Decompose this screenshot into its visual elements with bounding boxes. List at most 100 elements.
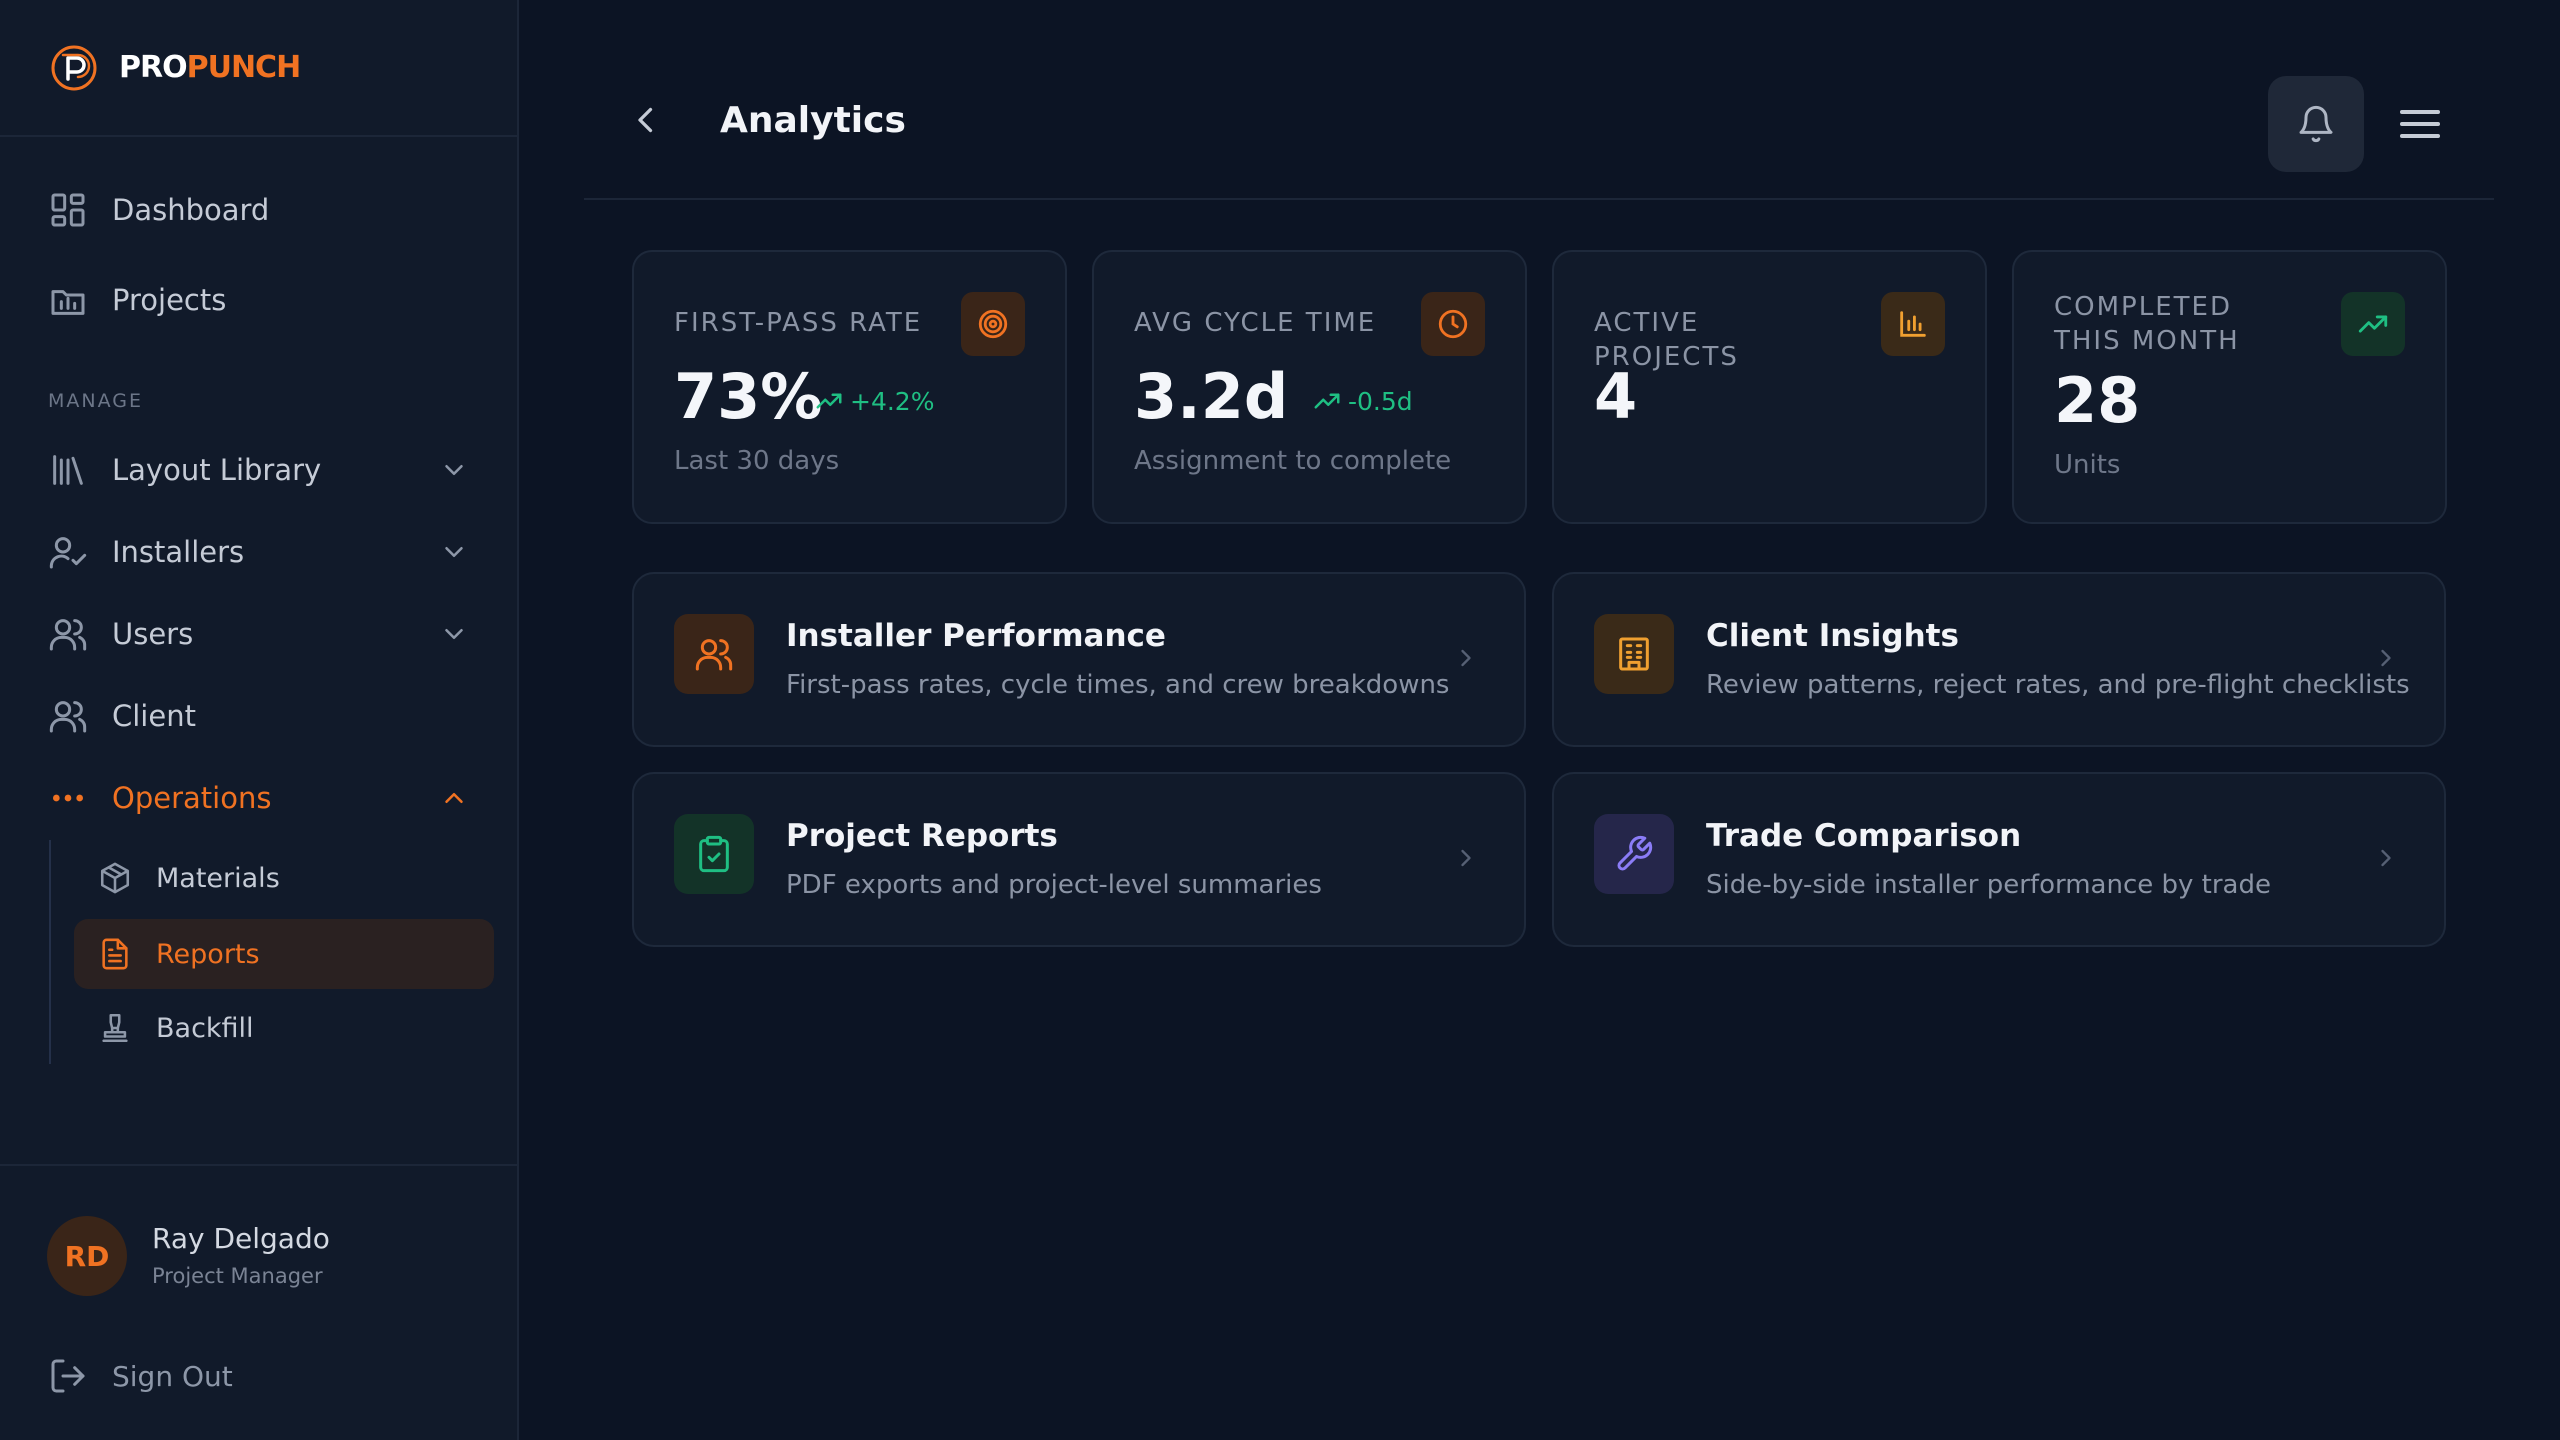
- hamburger-menu-icon[interactable]: [2396, 100, 2444, 148]
- stat-icon-badge: [1421, 292, 1485, 356]
- sidebar-item-users[interactable]: Users: [48, 604, 469, 664]
- client-icon: [49, 701, 87, 733]
- trending-up-icon: [816, 393, 842, 409]
- stat-icon-badge: [1881, 292, 1945, 356]
- sign-out-icon: [51, 1359, 85, 1393]
- stat-delta: +4.2%: [814, 386, 934, 416]
- report-icon-badge: [674, 814, 754, 894]
- sidebar-subitem-materials[interactable]: Materials: [74, 843, 494, 913]
- chevron-right-icon: [2381, 849, 2391, 867]
- sidebar-item-label: Layout Library: [112, 453, 322, 487]
- report-card-project-reports[interactable]: Project Reports PDF exports and project-…: [632, 772, 1526, 947]
- report-title: Project Reports: [786, 818, 1058, 854]
- report-title: Trade Comparison: [1706, 818, 2022, 854]
- user-name: Ray Delgado: [152, 1222, 330, 1255]
- sidebar-item-label: Client: [112, 699, 196, 733]
- stat-value: 73%: [674, 360, 823, 433]
- report-title: Client Insights: [1706, 618, 1959, 654]
- chevron-right-icon: [1461, 849, 1471, 867]
- stat-subtext: Assignment to complete: [1134, 446, 1452, 476]
- sidebar-subitem-label: Materials: [156, 862, 280, 894]
- sidebar-item-installers[interactable]: Installers: [48, 522, 469, 582]
- stat-label: AVG CYCLE TIME: [1134, 308, 1377, 338]
- sidebar-subitem-label: Reports: [156, 938, 260, 970]
- report-description: First-pass rates, cycle times, and crew …: [786, 670, 1450, 700]
- report-card-client-insights[interactable]: Client Insights Review patterns, reject …: [1552, 572, 2446, 747]
- report-description: Side-by-side installer performance by tr…: [1706, 870, 2271, 900]
- brand-name-pro: PRO: [119, 50, 188, 85]
- stat-value: 3.2d: [1134, 360, 1289, 433]
- projects-chart-icon: [51, 290, 85, 315]
- trending-up-icon: [1314, 393, 1340, 409]
- avatar[interactable]: RD: [47, 1216, 127, 1296]
- stat-label: FIRST-PASS RATE: [674, 308, 923, 338]
- brand-logo[interactable]: PRO PUNCH: [0, 0, 517, 137]
- stat-delta: -0.5d: [1312, 386, 1413, 416]
- sidebar-subitem-reports[interactable]: Reports: [74, 919, 494, 989]
- installer-icon: [49, 537, 87, 569]
- stat-card-completed-this-month: COMPLETED THIS MONTH 28 Units: [2012, 250, 2447, 524]
- stat-delta-value: +4.2%: [850, 386, 935, 416]
- sidebar-item-projects[interactable]: Projects: [48, 270, 469, 330]
- back-arrow-icon[interactable]: [628, 102, 664, 138]
- sidebar: PRO PUNCH Dashboard Projects MANAGE Layou…: [0, 0, 519, 1440]
- stat-icon-badge: [2341, 292, 2405, 356]
- sidebar-subitem-backfill[interactable]: Backfill: [74, 993, 494, 1063]
- target-icon: [978, 309, 1008, 339]
- report-description: PDF exports and project-level summaries: [786, 870, 1322, 900]
- bar-chart-icon: [1900, 311, 1926, 337]
- propunch-logo-icon: [51, 45, 97, 90]
- trending-up-icon: [2358, 315, 2388, 333]
- stat-delta-value: -0.5d: [1348, 386, 1413, 416]
- page-header: Analytics: [584, 0, 2494, 200]
- library-icon: [53, 455, 83, 485]
- report-title: Installer Performance: [786, 618, 1166, 654]
- more-dots-icon: [53, 794, 83, 802]
- sidebar-item-label: Installers: [112, 535, 245, 569]
- sidebar-item-layout-library[interactable]: Layout Library: [48, 440, 469, 500]
- user-profile: RD Ray Delgado Project Manager Sign Out: [0, 1164, 517, 1440]
- report-description: Review patterns, reject rates, and pre-f…: [1706, 670, 2410, 700]
- notifications-button[interactable]: [2268, 76, 2364, 172]
- stat-subtext: Last 30 days: [674, 446, 840, 476]
- report-card-trade-comparison[interactable]: Trade Comparison Side-by-side installer …: [1552, 772, 2446, 947]
- clipboard-check-icon: [699, 835, 729, 873]
- sidebar-item-operations[interactable]: Operations: [48, 768, 469, 828]
- sign-out-button[interactable]: Sign Out: [48, 1346, 233, 1406]
- stat-subtext: Units: [2054, 450, 2121, 480]
- chevron-up-icon[interactable]: [439, 783, 469, 813]
- chevron-down-icon[interactable]: [439, 455, 469, 485]
- building-icon: [1619, 637, 1649, 671]
- stat-value: 4: [1594, 360, 1638, 433]
- clock-icon: [1438, 309, 1468, 339]
- stat-label: COMPLETED THIS MONTH: [2054, 292, 2240, 356]
- users-icon: [49, 619, 87, 651]
- user-role: Project Manager: [152, 1264, 323, 1288]
- subnav-divider: [49, 840, 51, 1064]
- chevron-down-icon[interactable]: [439, 537, 469, 567]
- box-icon: [100, 862, 130, 894]
- stat-card-avg-cycle-time: AVG CYCLE TIME 3.2d -0.5d Assignment to …: [1092, 250, 1527, 524]
- chevron-down-icon[interactable]: [439, 619, 469, 649]
- stat-card-active-projects: ACTIVE PROJECTS 4: [1552, 250, 1987, 524]
- chevron-right-icon: [1461, 649, 1471, 667]
- sidebar-item-dashboard[interactable]: Dashboard: [48, 180, 469, 240]
- stat-card-first-pass-rate: FIRST-PASS RATE 73% +4.2% Last 30 days: [632, 250, 1067, 524]
- sidebar-item-label: Operations: [112, 781, 272, 815]
- sidebar-item-label: Dashboard: [112, 193, 270, 227]
- report-card-installer-performance[interactable]: Installer Performance First-pass rates, …: [632, 572, 1526, 747]
- report-icon-badge: [1594, 614, 1674, 694]
- chevron-right-icon: [2381, 649, 2391, 667]
- stamp-icon: [102, 1013, 128, 1043]
- users-icon: [695, 639, 733, 671]
- sidebar-item-client[interactable]: Client: [48, 686, 469, 746]
- sidebar-item-label: Users: [112, 617, 194, 651]
- report-icon-badge: [1594, 814, 1674, 894]
- dashboard-grid-icon: [51, 193, 85, 227]
- sidebar-subitem-label: Backfill: [156, 1012, 254, 1044]
- sidebar-item-label: Projects: [112, 283, 227, 317]
- wrench-icon: [1617, 835, 1653, 871]
- stat-icon-badge: [961, 292, 1025, 356]
- document-icon: [102, 938, 128, 970]
- section-label-manage: MANAGE: [48, 390, 143, 412]
